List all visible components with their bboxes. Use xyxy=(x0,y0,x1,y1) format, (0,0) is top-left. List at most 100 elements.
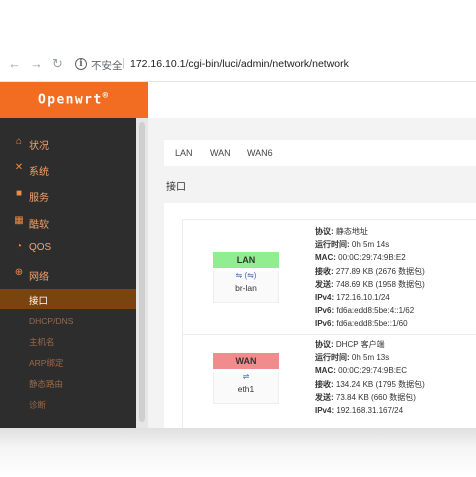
tab-wan[interactable]: WAN xyxy=(210,148,231,158)
browser-address-bar: ← → ↻ i 不安全 | 172.16.10.1/cgi-bin/luci/a… xyxy=(0,48,476,82)
detail-key: IPv6: xyxy=(315,319,335,329)
sidebar-subitem-interfaces[interactable]: 接口 xyxy=(0,289,136,309)
sidebar-subitem-static-routes[interactable]: 静态路由 xyxy=(0,376,136,392)
sidebar-scrollbar[interactable] xyxy=(136,118,148,430)
detail-line: 发送: 748.69 KB (1958 数据包) xyxy=(315,278,425,291)
detail-line: IPv4: 192.168.31.167/24 xyxy=(315,404,425,417)
device-name: eth1 xyxy=(237,384,255,394)
wan-interface-badge[interactable]: WAN ⇌ eth1 xyxy=(213,353,279,404)
sidebar-item-label: 诊断 xyxy=(29,400,47,410)
detail-line: 接收: 277.89 KB (2676 数据包) xyxy=(315,265,425,278)
detail-key: IPv4: xyxy=(315,406,335,416)
gauge-icon: ◔ xyxy=(15,241,23,252)
interface-name-badge: LAN xyxy=(213,252,279,268)
detail-value: 0h 5m 14s xyxy=(349,240,390,250)
security-label[interactable]: 不安全 xyxy=(91,58,123,73)
header-spacer xyxy=(148,82,476,118)
detail-value: 0h 5m 13s xyxy=(349,353,390,363)
detail-line: 接收: 134.24 KB (1795 数据包) xyxy=(315,378,425,391)
url-field[interactable]: i 不安全 | 172.16.10.1/cgi-bin/luci/admin/n… xyxy=(72,54,472,76)
row-divider xyxy=(183,334,476,335)
detail-value: 00:0C:29:74:9B:E2 xyxy=(335,253,406,263)
detail-value: 134.24 KB (1795 数据包) xyxy=(333,379,425,389)
calendar-icon: ▦ xyxy=(14,215,24,226)
detail-line: IPv4: 172.16.10.1/24 xyxy=(315,291,425,304)
detail-key: MAC: xyxy=(315,253,336,263)
detail-key: IPv4: xyxy=(315,293,335,303)
detail-line: 发送: 73.84 KB (660 数据包) xyxy=(315,391,425,404)
detail-value: 172.16.10.1/24 xyxy=(334,293,390,303)
detail-line: MAC: 00:0C:29:74:9B:E2 xyxy=(315,251,425,264)
detail-value: fd6a:edd8:5be::1/60 xyxy=(334,319,408,329)
sidebar-subitem-dhcp-dns[interactable]: DHCP/DNS xyxy=(0,314,136,330)
brand-logo[interactable]: Openwrt® xyxy=(38,91,109,107)
sidebar-item-label: 酷软 xyxy=(29,220,49,231)
sidebar-item-label: 系统 xyxy=(29,167,49,178)
info-icon[interactable]: i xyxy=(75,58,87,70)
interface-table: LAN ⇋ (⇋) br-lan 协议: 静态地址 运行时间: 0h 5m 14… xyxy=(182,219,476,430)
detail-value: fd6a:edd8:5be:4::1/62 xyxy=(334,306,415,316)
detail-value: DHCP 客户端 xyxy=(333,340,385,349)
sidebar-item-services[interactable]: ■ 服务 xyxy=(0,186,136,206)
forward-arrow-icon[interactable]: → xyxy=(30,56,43,72)
reload-icon[interactable]: ↻ xyxy=(52,56,63,72)
detail-key: 运行时间: xyxy=(315,353,350,363)
sidebar-item-label: 网络 xyxy=(29,272,49,283)
url-text[interactable]: 172.16.10.1/cgi-bin/luci/admin/network/n… xyxy=(130,58,349,70)
sidebar-subitem-hostnames[interactable]: 主机名 xyxy=(0,334,136,350)
sidebar-item-network[interactable]: ⊕ 网络 xyxy=(0,265,136,285)
detail-line: 协议: DHCP 客户端 xyxy=(315,338,425,351)
detail-value: 00:0C:29:74:9B:EC xyxy=(335,366,408,376)
sidebar-item-label: 主机名 xyxy=(29,337,55,347)
detail-value: 277.89 KB (2676 数据包) xyxy=(333,266,425,276)
detail-key: 发送: xyxy=(315,279,334,289)
detail-key: 协议: xyxy=(315,227,334,236)
detail-value: 73.84 KB (660 数据包) xyxy=(333,392,416,402)
tab-wan6[interactable]: WAN6 xyxy=(247,148,273,158)
sidebar-item-software[interactable]: ▦ 酷软 xyxy=(0,213,136,233)
sidebar-item-qos[interactable]: ◔ QOS xyxy=(0,239,136,259)
tab-lan[interactable]: LAN xyxy=(175,148,193,158)
back-arrow-icon[interactable]: ← xyxy=(8,56,21,72)
page-title: 接口 xyxy=(166,182,186,193)
lan-interface-details: 协议: 静态地址 运行时间: 0h 5m 14s MAC: 00:0C:29:7… xyxy=(315,225,425,331)
briefcase-icon: ■ xyxy=(15,188,23,199)
page-bottom-fade xyxy=(0,428,476,477)
detail-value: 748.69 KB (1958 数据包) xyxy=(333,279,425,289)
detail-line: IPv6: fd6a:edd8:5be:4::1/62 xyxy=(315,304,425,317)
sidebar-item-status[interactable]: ⌂ 状况 xyxy=(0,134,136,154)
home-icon: ⌂ xyxy=(15,136,23,147)
globe-icon: ⊕ xyxy=(14,267,24,278)
detail-line: 协议: 静态地址 xyxy=(315,225,425,238)
sidebar-item-label: ARP绑定 xyxy=(29,358,64,368)
sidebar-item-label: DHCP/DNS xyxy=(29,316,74,326)
sidebar: ⌂ 状况 ✕ 系统 ■ 服务 ▦ 酷软 ◔ QOS ⊕ 网络 接口 DHCP/D… xyxy=(0,118,136,430)
detail-key: MAC: xyxy=(315,366,336,376)
ethernet-port-icon: ⇌ xyxy=(242,372,250,381)
interface-list: LAN ⇋ (⇋) br-lan 协议: 静态地址 运行时间: 0h 5m 14… xyxy=(164,203,476,430)
app-header: Openwrt® xyxy=(0,82,148,118)
detail-line: MAC: 00:0C:29:74:9B:EC xyxy=(315,364,425,377)
scrollbar-thumb[interactable] xyxy=(139,122,145,422)
tools-icon: ✕ xyxy=(14,162,24,173)
sidebar-item-label: 服务 xyxy=(29,193,49,204)
sidebar-item-label: 接口 xyxy=(29,296,49,307)
detail-line: 运行时间: 0h 5m 14s xyxy=(315,238,425,251)
interface-device: ⇋ (⇋) br-lan xyxy=(213,271,279,303)
detail-line: IPv6: fd6a:edd8:5be::1/60 xyxy=(315,317,425,330)
url-separator: | xyxy=(122,57,125,69)
sidebar-subitem-diagnostics[interactable]: 诊断 xyxy=(0,397,136,413)
detail-key: 协议: xyxy=(315,340,334,349)
lan-interface-badge[interactable]: LAN ⇋ (⇋) br-lan xyxy=(213,252,279,303)
interface-tabs: LAN WAN WAN6 xyxy=(164,140,476,166)
sidebar-item-label: 静态路由 xyxy=(29,379,64,389)
sidebar-item-system[interactable]: ✕ 系统 xyxy=(0,160,136,180)
detail-value: 静态地址 xyxy=(333,227,368,236)
wan-interface-details: 协议: DHCP 客户端 运行时间: 0h 5m 13s MAC: 00:0C:… xyxy=(315,338,425,417)
sidebar-subitem-arp-binding[interactable]: ARP绑定 xyxy=(0,355,136,371)
sidebar-item-label: QOS xyxy=(29,242,52,253)
network-bridge-icon: ⇋ (⇋) xyxy=(235,271,257,280)
sidebar-item-label: 状况 xyxy=(29,141,49,152)
main-content: LAN WAN WAN6 接口 LAN ⇋ (⇋) br-lan 协议: 静态地… xyxy=(148,118,476,430)
detail-line: 运行时间: 0h 5m 13s xyxy=(315,351,425,364)
